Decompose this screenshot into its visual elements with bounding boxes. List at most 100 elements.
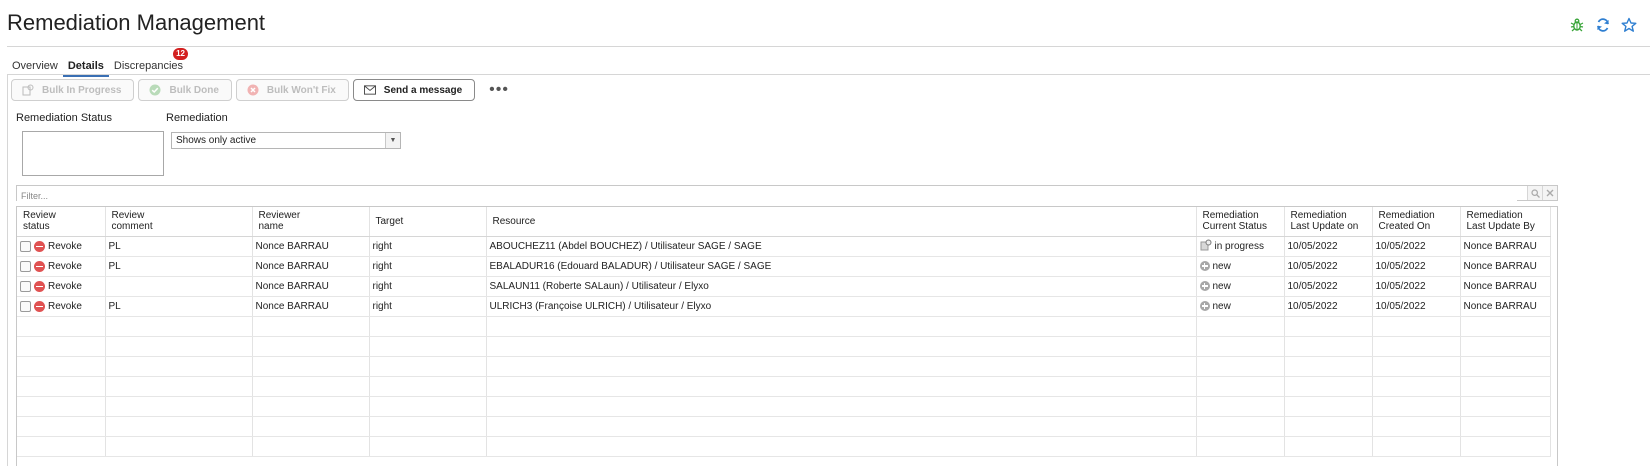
toolbar: Bulk In Progress Bulk Done Bulk Won't Fi… [11,79,509,101]
current-status-text: new [1212,300,1231,312]
updated-by-cell: Nonce BARRAU [1460,276,1551,297]
last-update-cell: 10/05/2022 [1284,236,1373,257]
bulk-done-label: Bulk Done [169,84,219,96]
review-status-cell: Revoke [17,296,106,317]
current-status-cell: new [1196,296,1285,317]
created-on-cell: 10/05/2022 [1372,296,1461,317]
header-line: status [23,221,50,233]
header-line: Last Update By [1466,221,1535,233]
remediation-status-list[interactable] [22,131,164,176]
remediation-table: Review status Review comment Reviewer name … [16,206,1558,466]
reviewer-name-cell: Nonce BARRAU [252,296,370,317]
row-checkbox[interactable] [20,280,31,292]
empty-row [17,376,1551,397]
target-cell: right [369,256,487,277]
updated-by-cell: Nonce BARRAU [1460,256,1551,277]
column-header[interactable]: Review comment [105,207,253,237]
empty-row [17,356,1551,377]
header-line: Remediation [1466,210,1523,222]
header-line: Created On [1378,221,1431,233]
column-header[interactable]: Review status [17,207,106,237]
review-status-text: Revoke [48,240,82,252]
table-body: Revoke PL Nonce BARRAU right ABOUCHEZ11 … [17,236,1551,457]
empty-row [17,336,1551,357]
review-status-cell: Revoke [17,236,106,257]
resource-cell: ABOUCHEZ11 (Abdel BOUCHEZ) / Utilisateur… [486,236,1197,257]
review-comment-cell: PL [105,236,253,257]
table-row[interactable]: Revoke Nonce BARRAU right SALAUN11 (Robe… [17,276,1551,297]
column-header[interactable]: Remediation Last Update By [1460,207,1551,237]
review-status-cell: Revoke [17,256,106,277]
remediation-label: Remediation [166,112,228,124]
current-status-cell: in progress [1196,236,1285,257]
review-status-text: Revoke [48,280,82,292]
reviewer-name-cell: Nonce BARRAU [252,256,370,277]
reviewer-name-cell: Nonce BARRAU [252,276,370,297]
revoke-icon [34,260,45,272]
filter-input[interactable] [17,189,1517,203]
in-progress-icon [22,84,34,96]
row-checkbox[interactable] [20,300,31,312]
check-icon [149,84,161,96]
header-line: Remediation [1290,210,1347,222]
table-row[interactable]: Revoke PL Nonce BARRAU right ULRICH3 (Fr… [17,296,1551,317]
revoke-icon [34,300,45,312]
resource-cell: ULRICH3 (Françoise ULRICH) / Utilisateur… [486,296,1197,317]
new-status-icon [1199,301,1210,311]
panel-border [7,74,8,466]
table-row[interactable]: Revoke PL Nonce BARRAU right EBALADUR16 … [17,256,1551,277]
row-checkbox[interactable] [20,240,31,252]
in-progress-icon [1200,239,1212,254]
current-status-cell: new [1196,276,1285,297]
empty-row [17,316,1551,337]
refresh-icon[interactable] [1592,14,1614,36]
empty-row [17,436,1551,457]
table-header-row: Review status Review comment Reviewer name … [17,207,1551,237]
star-icon[interactable] [1618,14,1640,36]
filter-bar [16,185,1558,203]
bulk-done-button[interactable]: Bulk Done [138,79,232,101]
more-options-icon[interactable]: ••• [489,82,509,98]
table-row[interactable]: Revoke PL Nonce BARRAU right ABOUCHEZ11 … [17,236,1551,257]
header-line: Current Status [1202,221,1267,233]
target-cell: right [369,236,487,257]
column-header[interactable]: Resource [486,207,1197,237]
send-message-button[interactable]: Send a message [352,79,476,101]
last-update-cell: 10/05/2022 [1284,296,1373,317]
row-checkbox[interactable] [20,260,31,272]
review-status-text: Revoke [48,260,82,272]
envelope-icon [363,84,376,96]
column-header[interactable]: Reviewer name [252,207,370,237]
search-icon[interactable] [1527,186,1542,200]
header-line: Remediation [1378,210,1435,222]
updated-by-cell: Nonce BARRAU [1460,236,1551,257]
clear-icon[interactable] [1542,186,1557,200]
column-header[interactable]: Remediation Last Update on [1284,207,1373,237]
review-comment-cell: PL [105,256,253,277]
title-divider [7,46,1650,47]
remediation-status-label: Remediation Status [16,112,112,124]
bulk-wont-fix-label: Bulk Won't Fix [266,84,336,96]
discrepancies-count-badge: 12 [173,48,189,60]
header-actions [1566,14,1640,36]
header-line: Remediation [1202,210,1259,222]
last-update-cell: 10/05/2022 [1284,276,1373,297]
header-line: comment [111,221,153,233]
remediation-select[interactable]: Shows only active ▼ [171,132,401,149]
empty-row [17,416,1551,437]
bug-icon[interactable] [1566,14,1588,36]
column-header[interactable]: Remediation Created On [1372,207,1461,237]
bulk-in-progress-label: Bulk In Progress [42,84,122,96]
column-header[interactable]: Target [369,207,487,237]
cancel-icon [247,84,259,96]
current-status-text: in progress [1214,240,1264,252]
chevron-down-icon: ▼ [385,133,400,148]
column-header[interactable]: Remediation Current Status [1196,207,1285,237]
target-cell: right [369,296,487,317]
empty-row [17,396,1551,417]
review-comment-cell [105,276,253,297]
bulk-wont-fix-button[interactable]: Bulk Won't Fix [235,79,349,101]
bulk-in-progress-button[interactable]: Bulk In Progress [11,79,135,101]
header-line: Target [375,215,404,227]
current-status-text: new [1212,260,1231,272]
